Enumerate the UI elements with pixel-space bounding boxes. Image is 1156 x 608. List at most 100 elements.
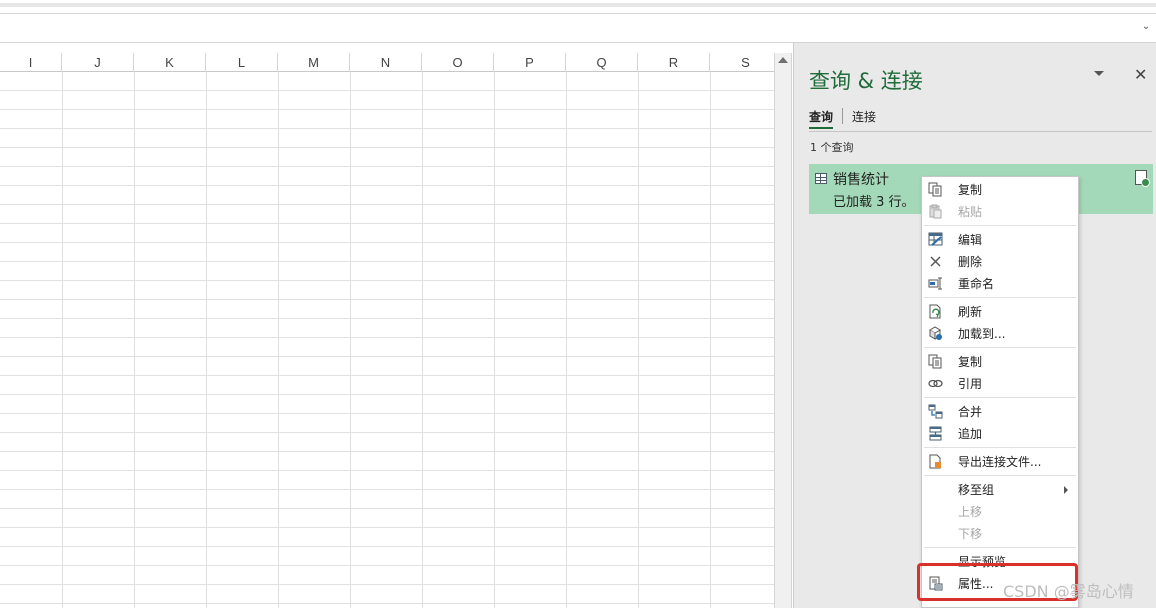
rename-icon xyxy=(928,277,942,290)
menu-item-append[interactable]: 追加 xyxy=(922,422,1078,444)
vertical-scrollbar[interactable] xyxy=(774,53,792,608)
append-icon xyxy=(929,426,942,441)
tab-connections[interactable]: 连接 xyxy=(852,108,876,125)
grid-row-line xyxy=(0,394,774,395)
menu-item-label: 刷新 xyxy=(958,305,983,319)
column-headers: I J K L M N O P Q R S xyxy=(0,53,782,72)
grid-row-line xyxy=(0,242,774,243)
menu-item-paste[interactable]: 粘贴 xyxy=(922,200,1078,222)
grid-row-line xyxy=(0,109,774,110)
grid-row-line xyxy=(0,147,774,148)
menu-separator xyxy=(924,547,1076,548)
menu-item-label: 下移 xyxy=(958,527,983,541)
menu-item-label: 导出连接文件... xyxy=(958,455,1042,469)
reference-link-icon xyxy=(928,379,943,388)
expand-formula-bar-icon[interactable]: ⌄ xyxy=(1140,21,1152,33)
grid-row-line xyxy=(0,565,774,566)
query-file-refresh-icon[interactable] xyxy=(1135,170,1150,187)
merge-icon xyxy=(928,404,943,419)
query-status: 已加载 3 行。 xyxy=(833,195,915,210)
pane-options-dropdown-icon[interactable] xyxy=(1094,71,1104,76)
menu-separator xyxy=(924,297,1076,298)
column-header-m[interactable]: M xyxy=(278,53,350,72)
menu-item-merge[interactable]: 合并 xyxy=(922,400,1078,422)
menu-item-move-down[interactable]: 下移 xyxy=(922,522,1078,544)
table-icon xyxy=(815,173,827,184)
duplicate-icon xyxy=(928,354,942,369)
grid-row-line xyxy=(0,489,774,490)
menu-item-copy[interactable]: 复制 xyxy=(922,178,1078,200)
grid-row-line xyxy=(0,508,774,509)
grid-row-line xyxy=(0,261,774,262)
refresh-icon xyxy=(929,304,941,319)
column-header-i[interactable]: I xyxy=(0,53,62,72)
formula-bar[interactable]: ⌄ xyxy=(0,14,1156,43)
grid-row-line xyxy=(0,337,774,338)
menu-item-load-to[interactable]: 加载到... xyxy=(922,322,1078,344)
grid-row-line xyxy=(0,546,774,547)
menu-separator xyxy=(924,447,1076,448)
menu-item-reference[interactable]: 引用 xyxy=(922,372,1078,394)
menu-separator xyxy=(924,475,1076,476)
menu-item-label: 合并 xyxy=(958,405,983,419)
load-to-icon xyxy=(929,326,942,340)
grid-row-line xyxy=(0,603,774,604)
column-header-l[interactable]: L xyxy=(206,53,278,72)
grid-row-line xyxy=(0,204,774,205)
column-header-o[interactable]: O xyxy=(422,53,494,72)
menu-item-label: 复制 xyxy=(958,183,983,197)
watermark: CSDN @雾岛心情 xyxy=(1003,582,1134,601)
column-header-j[interactable]: J xyxy=(62,53,134,72)
edit-table-icon xyxy=(928,232,943,246)
grid-row-line xyxy=(0,375,774,376)
menu-item-refresh[interactable]: 刷新 xyxy=(922,300,1078,322)
grid-row-line xyxy=(0,223,774,224)
menu-item-move-up[interactable]: 上移 xyxy=(922,500,1078,522)
menu-separator xyxy=(924,397,1076,398)
grid-row-line xyxy=(0,413,774,414)
grid-row-line xyxy=(0,318,774,319)
column-header-q[interactable]: Q xyxy=(566,53,638,72)
copy-icon xyxy=(928,182,942,197)
scroll-up-arrow-icon[interactable] xyxy=(778,57,788,63)
menu-item-rename[interactable]: 重命名 xyxy=(922,272,1078,294)
grid-row-line xyxy=(0,90,774,91)
export-file-icon xyxy=(929,454,941,469)
column-header-r[interactable]: R xyxy=(638,53,710,72)
grid-row-line xyxy=(0,470,774,471)
query-name: 销售统计 xyxy=(833,172,889,188)
pane-title: 查询 & 连接 xyxy=(809,69,923,93)
menu-item-label: 移至组 xyxy=(958,483,995,497)
column-header-p[interactable]: P xyxy=(494,53,566,72)
menu-item-label: 删除 xyxy=(958,255,983,269)
grid-row-line xyxy=(0,451,774,452)
query-context-menu: 复制 粘贴 编辑 删除 重命名 刷新 加载到... 复制 引用 合并 追加 导出… xyxy=(921,176,1079,608)
grid-row-line xyxy=(0,527,774,528)
grid-row-line xyxy=(0,166,774,167)
menu-item-export-connection-file[interactable]: 导出连接文件... xyxy=(922,450,1078,472)
menu-item-move-to-group[interactable]: 移至组 xyxy=(922,478,1078,500)
column-header-n[interactable]: N xyxy=(350,53,422,72)
cell-grid[interactable] xyxy=(0,72,774,608)
submenu-arrow-icon xyxy=(1064,486,1068,494)
query-count: 1 个查询 xyxy=(810,141,854,154)
menu-item-label: 编辑 xyxy=(958,233,983,247)
grid-row-line xyxy=(0,280,774,281)
tab-queries[interactable]: 查询 xyxy=(809,108,834,129)
menu-separator xyxy=(924,347,1076,348)
menu-item-label: 加载到... xyxy=(958,327,1006,341)
menu-item-label: 追加 xyxy=(958,427,983,441)
menu-item-edit[interactable]: 编辑 xyxy=(922,228,1078,250)
grid-row-line xyxy=(0,185,774,186)
column-header-k[interactable]: K xyxy=(134,53,206,72)
grid-row-line xyxy=(0,128,774,129)
grid-row-line xyxy=(0,299,774,300)
menu-item-delete[interactable]: 删除 xyxy=(922,250,1078,272)
menu-item-duplicate[interactable]: 复制 xyxy=(922,350,1078,372)
close-icon[interactable]: ✕ xyxy=(1134,65,1147,84)
grid-row-line xyxy=(0,356,774,357)
column-header-s[interactable]: S xyxy=(710,53,782,72)
grid-row-line xyxy=(0,584,774,585)
grid-row-line xyxy=(0,432,774,433)
menu-item-label: 复制 xyxy=(958,355,983,369)
